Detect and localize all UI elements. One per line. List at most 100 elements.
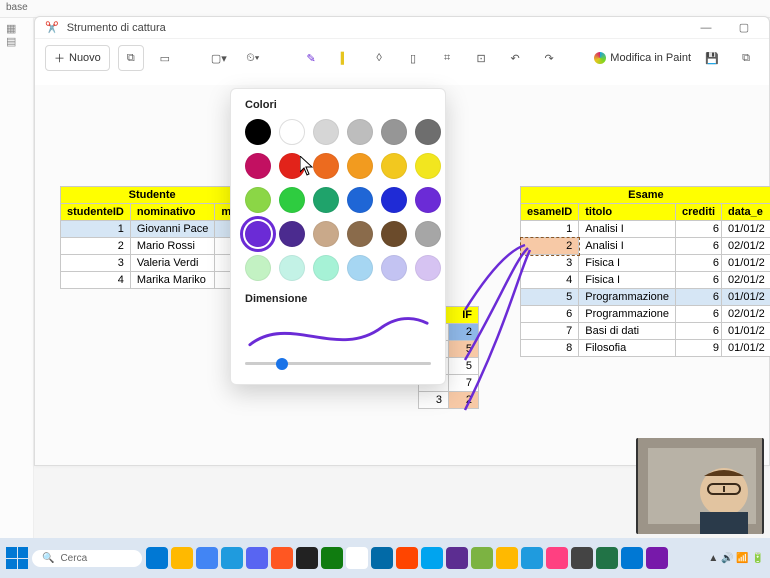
copy-button[interactable]: ⧉ [733,45,759,71]
color-swatch[interactable] [415,187,441,213]
taskbar-app-icon[interactable] [221,547,243,569]
color-swatch[interactable] [279,119,305,145]
color-swatch[interactable] [313,153,339,179]
color-swatch[interactable] [415,221,441,247]
table-row[interactable]: 4Fisica I602/01/2 [521,272,770,289]
color-swatch[interactable] [415,153,441,179]
delay-button[interactable]: ⏲▾ [240,45,266,71]
table-row[interactable]: 3Valeria Verdi1 [61,255,244,272]
webcam-person-icon [638,438,762,534]
color-swatch[interactable] [381,221,407,247]
table-row[interactable]: 4Marika Mariko1 [61,272,244,289]
size-preview-curve [245,313,431,353]
maximize-button[interactable]: ▢ [729,21,759,34]
highlighter-tool-button[interactable]: ▍ [332,45,358,71]
table-row[interactable]: 32 [419,392,479,409]
taskbar-app-icon[interactable] [646,547,668,569]
redo-button[interactable]: ↷ [536,45,562,71]
undo-button[interactable]: ↶ [502,45,528,71]
taskbar: 🔍 Cerca ▲ 🔊 📶 🔋 [0,538,770,578]
taskbar-app-icon[interactable] [346,547,368,569]
camera-mode-button[interactable]: ⧉ [118,45,144,71]
taskbar-app-icon[interactable] [546,547,568,569]
background-app-sidebar: ▦▤ [0,18,34,538]
taskbar-app-icon[interactable] [621,547,643,569]
table-row[interactable]: 2Analisi I602/01/2 [521,238,770,255]
table-row[interactable]: 1Analisi I601/01/2 [521,221,770,238]
color-swatch[interactable] [313,221,339,247]
crop-tool-button[interactable]: ⌗ [434,45,460,71]
taskbar-app-icon[interactable] [371,547,393,569]
color-swatch[interactable] [347,255,373,281]
color-swatch[interactable] [381,119,407,145]
color-swatch[interactable] [245,255,271,281]
text-extract-button[interactable]: ⊡ [468,45,494,71]
esame-table: Esame esameID titolo crediti data_e 1Ana… [520,186,770,357]
table-row[interactable]: 7Basi di dati601/01/2 [521,323,770,340]
taskbar-app-icon[interactable] [446,547,468,569]
taskbar-app-icon[interactable] [171,547,193,569]
table-row[interactable]: 3Fisica I601/01/2 [521,255,770,272]
start-button[interactable] [6,547,28,569]
save-button[interactable]: 💾 [699,45,725,71]
taskbar-app-icon[interactable] [521,547,543,569]
studente-table: Studente studenteID nominativo ma 1Giova… [60,186,244,289]
color-swatch[interactable] [313,255,339,281]
system-tray[interactable]: ▲ 🔊 📶 🔋 [708,553,764,564]
color-swatch[interactable] [347,221,373,247]
taskbar-app-icon[interactable] [421,547,443,569]
app-icon: ✂️ [45,21,59,34]
shape-mode-button[interactable]: ▢▾ [206,45,232,71]
taskbar-app-icon[interactable] [146,547,168,569]
col-titolo: titolo [579,204,676,221]
size-slider[interactable] [245,362,431,365]
minimize-button[interactable]: — [691,22,721,34]
pen-tool-button[interactable]: ✎ [298,45,324,71]
color-swatch[interactable] [279,187,305,213]
taskbar-app-icon[interactable] [296,547,318,569]
video-mode-button[interactable]: ▭ [152,45,178,71]
taskbar-search[interactable]: 🔍 Cerca [32,550,142,567]
taskbar-app-icon[interactable] [596,547,618,569]
color-swatch[interactable] [245,153,271,179]
taskbar-app-icon[interactable] [396,547,418,569]
table-row[interactable]: 2Mario Rossi1 [61,238,244,255]
color-swatch[interactable] [381,153,407,179]
size-label: Dimensione [245,293,431,305]
color-swatch[interactable] [347,187,373,213]
taskbar-app-icon[interactable] [571,547,593,569]
new-button[interactable]: ＋ Nuovo [45,45,110,71]
taskbar-app-icon[interactable] [246,547,268,569]
color-swatch[interactable] [381,187,407,213]
color-swatch[interactable] [313,119,339,145]
color-swatch[interactable] [279,221,305,247]
edit-in-paint-button[interactable]: Modifica in Paint [594,52,691,64]
color-swatch[interactable] [245,187,271,213]
webcam-overlay [636,438,764,534]
taskbar-app-icon[interactable] [496,547,518,569]
toolbar: ＋ Nuovo ⧉ ▭ ▢▾ ⏲▾ ✎ ▍ ◊ ▯ ⌗ ⊡ ↶ ↷ Modifi… [35,38,769,77]
studente-title: Studente [61,187,244,204]
color-swatch[interactable] [245,221,271,247]
color-swatch[interactable] [381,255,407,281]
color-swatch[interactable] [415,119,441,145]
color-swatch[interactable] [279,255,305,281]
taskbar-app-icon[interactable] [196,547,218,569]
eraser-tool-button[interactable]: ◊ [366,45,392,71]
taskbar-app-icon[interactable] [321,547,343,569]
col-esameid: esameID [521,204,579,221]
color-swatch[interactable] [415,255,441,281]
taskbar-app-icon[interactable] [271,547,293,569]
col-studenteid: studenteID [61,204,131,221]
taskbar-app-icon[interactable] [471,547,493,569]
table-row[interactable]: 5Programmazione601/01/2 [521,289,770,306]
table-row[interactable]: 1Giovanni Pace1 [61,221,244,238]
color-swatch[interactable] [347,153,373,179]
table-row[interactable]: 8Filosofia901/01/2 [521,340,770,357]
ruler-tool-button[interactable]: ▯ [400,45,426,71]
color-swatch[interactable] [245,119,271,145]
colors-label: Colori [245,99,431,111]
table-row[interactable]: 6Programmazione602/01/2 [521,306,770,323]
color-swatch[interactable] [313,187,339,213]
color-swatch[interactable] [347,119,373,145]
